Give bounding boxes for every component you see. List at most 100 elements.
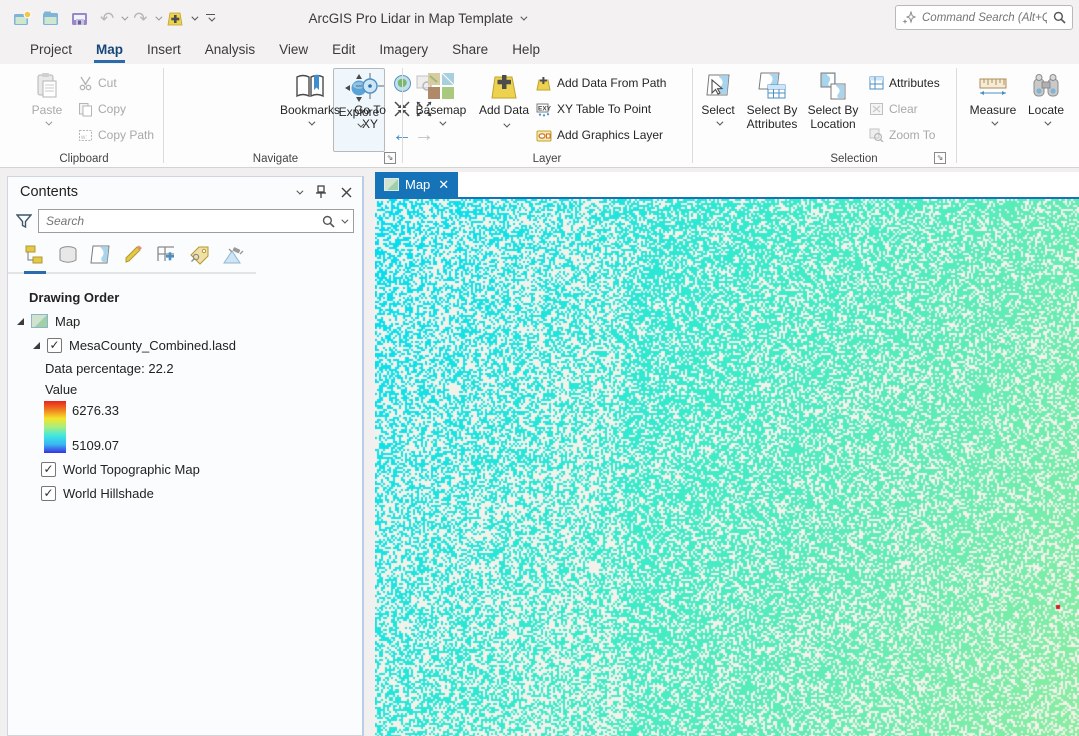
select-by-location-button[interactable]: Select By Location xyxy=(804,66,862,132)
locate-button[interactable]: Locate xyxy=(1022,66,1070,126)
command-search[interactable] xyxy=(895,5,1073,30)
contents-search-icon[interactable] xyxy=(322,215,335,228)
window-title-text: ArcGIS Pro Lidar in Map Template xyxy=(309,11,514,26)
bookmarks-button[interactable]: Bookmarks xyxy=(277,66,343,126)
open-project-button[interactable] xyxy=(39,6,64,30)
map-view-tab[interactable]: Map ✕ xyxy=(375,172,458,197)
lasd-checkbox[interactable]: ✓ xyxy=(47,338,62,353)
zoom-to-button[interactable]: Zoom To xyxy=(869,124,940,146)
tree-item-hillshade[interactable]: ✓ World Hillshade xyxy=(8,481,362,505)
lasd-expand-arrow[interactable] xyxy=(33,342,40,349)
add-data-from-path-label: Add Data From Path xyxy=(557,76,666,90)
basemap-button[interactable]: Basemap xyxy=(412,66,470,126)
basemap-icon xyxy=(427,71,455,101)
new-project-button[interactable] xyxy=(10,6,35,30)
contents-menu-chevron[interactable] xyxy=(296,187,303,194)
go-to-xy-button[interactable]: Go To XY xyxy=(347,66,393,132)
selection-tab-icon xyxy=(90,245,112,265)
add-data-label: Add Data xyxy=(478,104,530,132)
map-expand-arrow[interactable] xyxy=(17,318,24,325)
new-project-icon xyxy=(13,10,32,27)
map-tab-icon xyxy=(384,178,399,191)
value-min-label: 5109.07 xyxy=(72,438,119,453)
contents-search-input[interactable] xyxy=(46,214,316,228)
select-by-attributes-label: Select By Attributes xyxy=(742,104,802,132)
tab-map[interactable]: Map xyxy=(84,38,135,63)
undo-dropdown-chevron[interactable] xyxy=(122,13,129,20)
customize-qat-button[interactable] xyxy=(206,14,215,23)
tab-imagery[interactable]: Imagery xyxy=(367,38,440,63)
contents-search-box[interactable] xyxy=(38,209,354,233)
tab-insert[interactable]: Insert xyxy=(135,38,193,63)
svg-text:w:: w: xyxy=(80,135,87,141)
window-title: ArcGIS Pro Lidar in Map Template xyxy=(309,11,526,26)
measure-button[interactable]: Measure xyxy=(964,66,1022,126)
search-icon xyxy=(1053,11,1066,24)
copy-label: Copy xyxy=(98,102,126,116)
redo-dropdown-chevron[interactable] xyxy=(155,13,162,20)
tab-help[interactable]: Help xyxy=(500,38,552,63)
add-data-from-path-button[interactable]: Add Data From Path xyxy=(536,72,666,94)
add-data-chevron xyxy=(503,120,510,127)
pin-icon[interactable] xyxy=(315,185,327,199)
tree-item-lasd[interactable]: ✓ MesaCounty_Combined.lasd xyxy=(8,333,362,357)
list-by-charts-tab[interactable] xyxy=(222,245,246,274)
group-label-selection: Selection xyxy=(794,153,914,165)
add-data-button[interactable]: Add Data xyxy=(478,66,530,132)
tab-project[interactable]: Project xyxy=(18,38,84,63)
hillshade-label: World Hillshade xyxy=(63,486,154,501)
locate-label: Locate xyxy=(1028,104,1064,118)
topographic-checkbox[interactable]: ✓ xyxy=(41,462,56,477)
attributes-button[interactable]: Attributes xyxy=(869,72,940,94)
save-project-button[interactable] xyxy=(68,6,93,30)
hillshade-checkbox[interactable]: ✓ xyxy=(41,486,56,501)
paste-button[interactable]: Paste xyxy=(18,66,76,126)
add-data-quick-button[interactable] xyxy=(164,6,187,30)
add-data-dropdown-chevron[interactable] xyxy=(191,13,198,20)
labeling-icon xyxy=(189,245,211,265)
select-by-attributes-button[interactable]: Select By Attributes xyxy=(742,66,802,132)
contents-header: Contents xyxy=(8,177,362,205)
clear-label: Clear xyxy=(889,102,918,116)
measure-chevron xyxy=(991,118,998,125)
contents-search-chevron[interactable] xyxy=(341,216,348,223)
add-graphics-layer-button[interactable]: Add Graphics Layer xyxy=(536,124,666,146)
tab-share[interactable]: Share xyxy=(440,38,500,63)
map-item-label: Map xyxy=(55,314,80,329)
select-button[interactable]: Select xyxy=(696,66,740,126)
tab-view[interactable]: View xyxy=(267,38,320,63)
select-chevron xyxy=(716,118,723,125)
list-by-selection-tab[interactable] xyxy=(90,245,112,274)
list-by-data-source-tab[interactable] xyxy=(57,245,79,274)
bookmarks-label: Bookmarks xyxy=(280,104,340,118)
tree-item-map[interactable]: Map xyxy=(8,309,362,333)
command-search-input[interactable] xyxy=(922,12,1047,24)
tab-analysis[interactable]: Analysis xyxy=(193,38,267,63)
list-by-editing-tab[interactable] xyxy=(123,245,145,274)
redo-button[interactable]: ↷ xyxy=(130,6,150,30)
lidar-point-cloud[interactable] xyxy=(375,199,1079,736)
xy-table-to-point-button[interactable]: EXY XY Table To Point xyxy=(536,98,666,120)
layers-tree: Map ✓ MesaCounty_Combined.lasd Data perc… xyxy=(8,309,362,505)
selection-dialog-launcher[interactable]: ⇘ xyxy=(934,152,946,164)
cut-button[interactable]: Cut xyxy=(78,72,154,94)
copy-button[interactable]: Copy xyxy=(78,98,154,120)
clear-button[interactable]: Clear xyxy=(869,98,940,120)
list-by-labeling-tab[interactable] xyxy=(189,245,211,274)
go-to-xy-label: Go To XY xyxy=(347,104,393,132)
list-by-drawing-order-tab[interactable] xyxy=(24,245,46,274)
ribbon-tab-bar: Project Map Insert Analysis View Edit Im… xyxy=(0,36,1079,64)
locate-chevron xyxy=(1044,118,1051,125)
map-canvas-area[interactable] xyxy=(375,197,1079,736)
copy-path-button[interactable]: w: Copy Path xyxy=(78,124,154,146)
basemap-chevron xyxy=(439,118,446,125)
tree-item-topographic[interactable]: ✓ World Topographic Map xyxy=(8,457,362,481)
filter-icon[interactable] xyxy=(16,214,32,229)
group-separator xyxy=(956,68,957,163)
list-by-snapping-tab[interactable] xyxy=(156,245,178,274)
project-title-chevron[interactable] xyxy=(520,13,527,20)
map-tab-close-icon[interactable]: ✕ xyxy=(438,177,449,193)
undo-button[interactable]: ↶ xyxy=(97,6,117,30)
close-icon[interactable] xyxy=(341,187,352,198)
tab-edit[interactable]: Edit xyxy=(320,38,367,63)
